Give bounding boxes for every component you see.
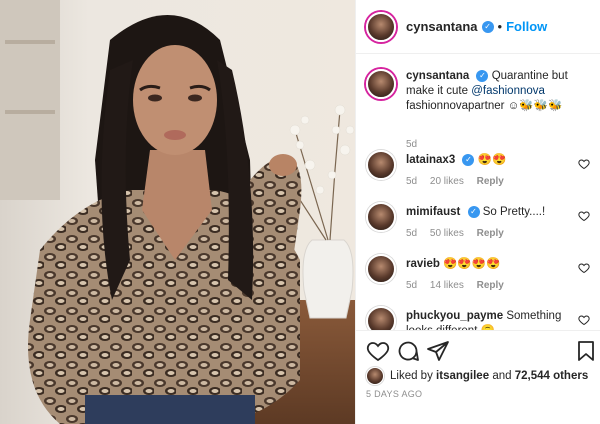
commenter-avatar[interactable] [366,254,396,284]
photo-illustration [0,0,355,424]
commenter-avatar[interactable] [366,306,396,330]
heart-icon[interactable] [578,314,590,326]
comment-likes[interactable]: 20 likes [430,176,464,187]
reply-button[interactable]: Reply [477,228,504,239]
heart-icon[interactable] [578,158,590,170]
bookmark-icon[interactable] [574,339,598,363]
comment-text: latainax3 ✓ 😍😍 [406,153,574,168]
comment-time[interactable]: 5d [406,176,417,187]
likes-connector: and [492,370,512,382]
comment-time[interactable]: 5d [406,280,417,291]
comment-body: 😍😍😍😍 [443,258,501,270]
heart-icon[interactable] [366,339,390,363]
commenter-username[interactable]: mimifaust [406,206,460,218]
header-separator: • [497,19,503,34]
comment-meta: 5d 14 likes Reply [406,280,514,291]
post-timestamp[interactable]: 5 DAYS AGO [366,389,422,399]
caption-username[interactable]: cynsantana [406,70,469,82]
liker-username[interactable]: itsangilee [436,370,489,382]
liker-avatar[interactable] [366,367,384,385]
verified-badge-icon: ✓ [476,70,489,82]
instagram-post: cynsantana ✓ • Follow cynsantana ✓ Quara… [0,0,600,424]
comment-likes[interactable]: 14 likes [430,280,464,291]
comment-icon[interactable] [396,339,420,363]
likes-count[interactable]: 72,544 others [515,370,589,382]
post-photo[interactable] [0,0,355,424]
commenter-avatar[interactable] [366,202,396,232]
follow-button[interactable]: Follow [506,19,547,34]
commenter-username[interactable]: ravieb [406,258,440,270]
comment-item: ravieb 😍😍😍😍 5d 14 likes Reply [366,254,596,304]
comment-item: latainax3 ✓ 😍😍 5d 20 likes Reply [366,150,596,200]
comment-item: phuckyou_payme Something looks different… [366,306,596,330]
post-side-panel: cynsantana ✓ • Follow cynsantana ✓ Quara… [355,0,600,424]
likes-prefix: Liked by [390,370,433,382]
page: cynsantana ✓ • Follow cynsantana ✓ Quara… [0,0,600,424]
caption-text: cynsantana ✓ Quarantine but make it cute… [406,69,584,114]
verified-badge-icon: ✓ [481,20,494,33]
caption-time[interactable]: 5d [406,139,417,150]
share-icon[interactable] [426,339,450,363]
verified-badge-icon: ✓ [462,154,475,166]
comment-text: mimifaust ✓ So Pretty....! [406,205,574,220]
reply-button[interactable]: Reply [477,280,504,291]
comment-body: 😍😍 [477,154,507,166]
heart-icon[interactable] [578,262,590,274]
caption-avatar[interactable] [366,69,396,99]
comment-meta: 5d 50 likes Reply [406,228,514,239]
commenter-username[interactable]: phuckyou_payme [406,310,503,322]
comment-item: mimifaust ✓ So Pretty....! 5d 50 likes R… [366,202,596,252]
post-actions: Liked by itsangilee and 72,544 others 5 … [356,330,600,424]
likes-summary: Liked by itsangilee and 72,544 others [366,367,588,385]
comment-time[interactable]: 5d [406,228,417,239]
author-avatar[interactable] [366,11,396,42]
author-username[interactable]: cynsantana [406,19,478,34]
comment-text: ravieb 😍😍😍😍 [406,257,574,272]
heart-icon[interactable] [578,210,590,222]
caption-mention[interactable]: @fashionnova [471,85,545,97]
post-header: cynsantana ✓ • Follow [356,0,600,54]
comment-likes[interactable]: 50 likes [430,228,464,239]
comments-list[interactable]: cynsantana ✓ Quarantine but make it cute… [356,55,600,330]
caption-body-end: fashionnovapartner ☺🐝🐝🐝 [406,100,563,112]
comment-body: So Pretty....! [482,206,546,218]
commenter-username[interactable]: latainax3 [406,154,455,166]
comment-text: phuckyou_payme Something looks different… [406,309,574,330]
reply-button[interactable]: Reply [477,176,504,187]
comment-meta: 5d 20 likes Reply [406,176,514,187]
commenter-avatar[interactable] [366,150,396,180]
verified-badge-icon: ✓ [467,206,480,218]
